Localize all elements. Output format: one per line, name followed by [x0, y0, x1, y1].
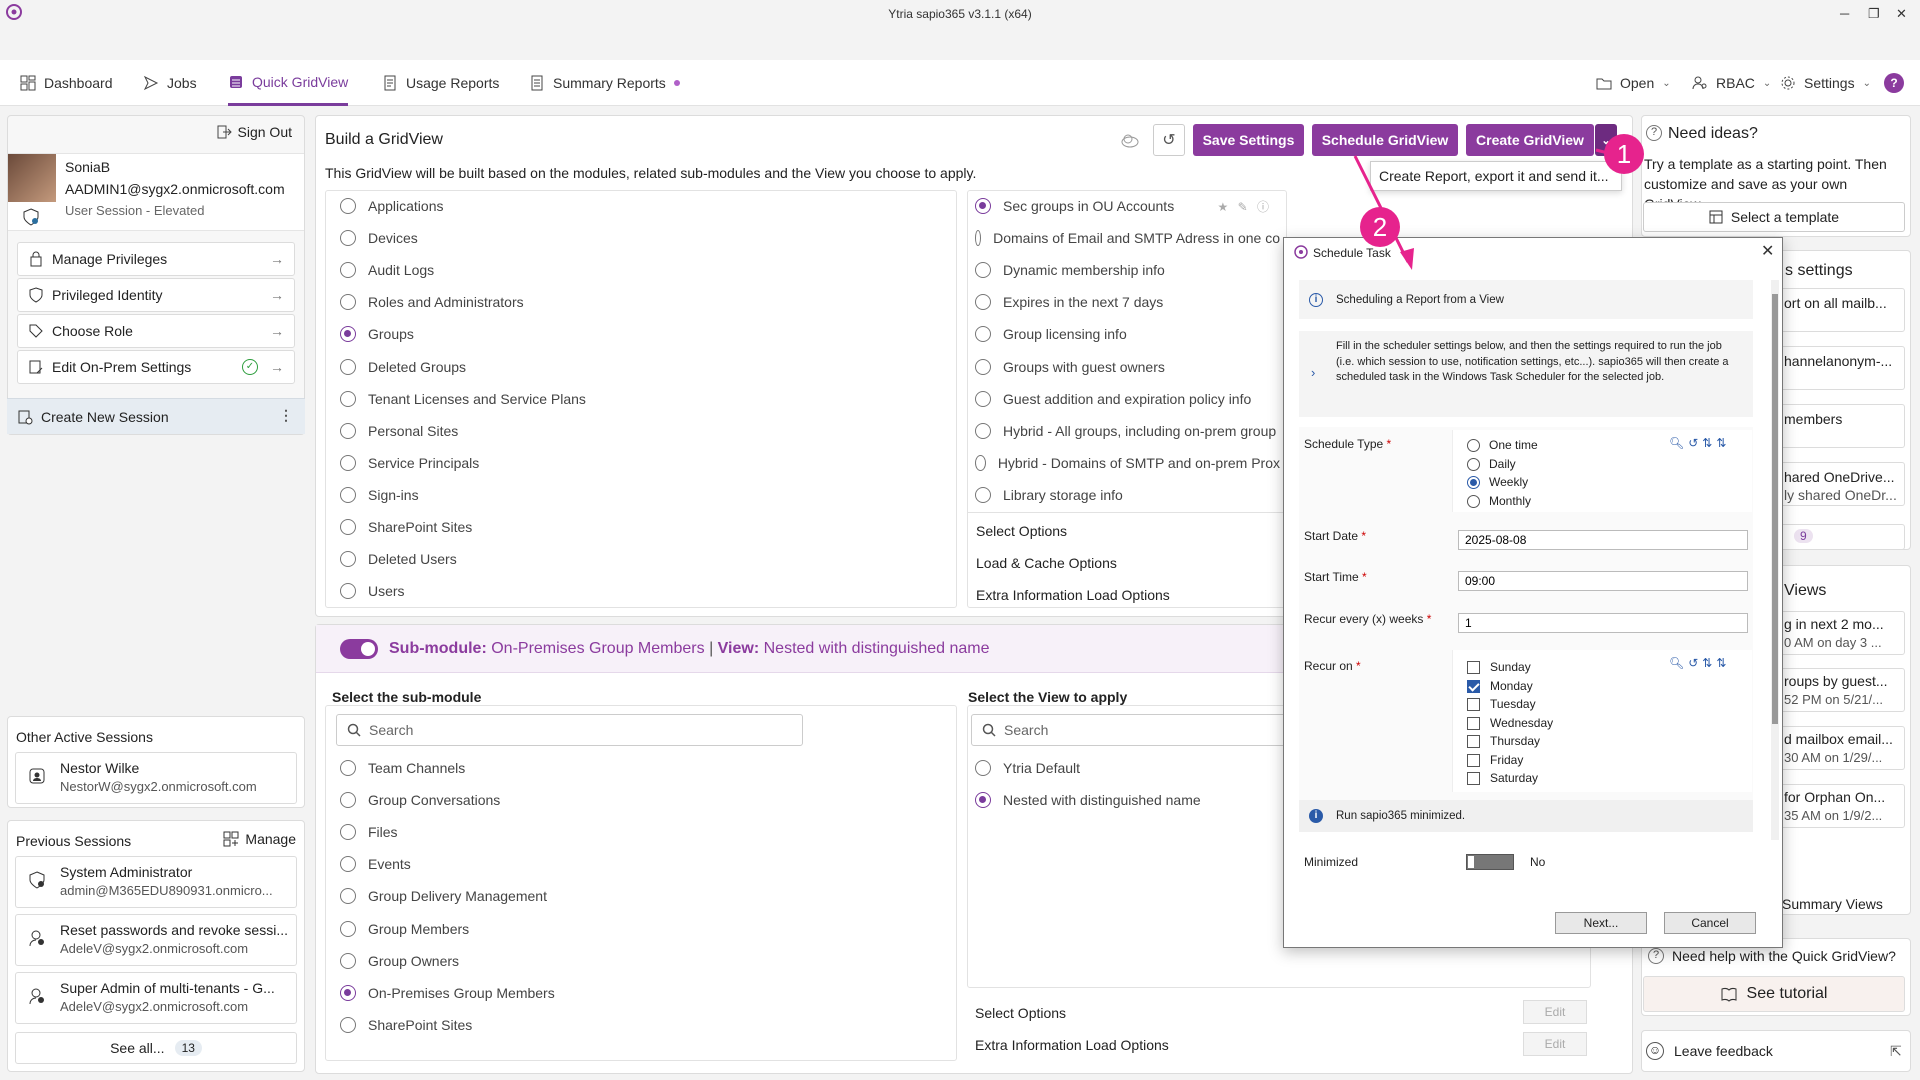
callout-badge-2: 2 [1360, 207, 1400, 247]
callout-badge-1: 1 [1604, 134, 1644, 174]
